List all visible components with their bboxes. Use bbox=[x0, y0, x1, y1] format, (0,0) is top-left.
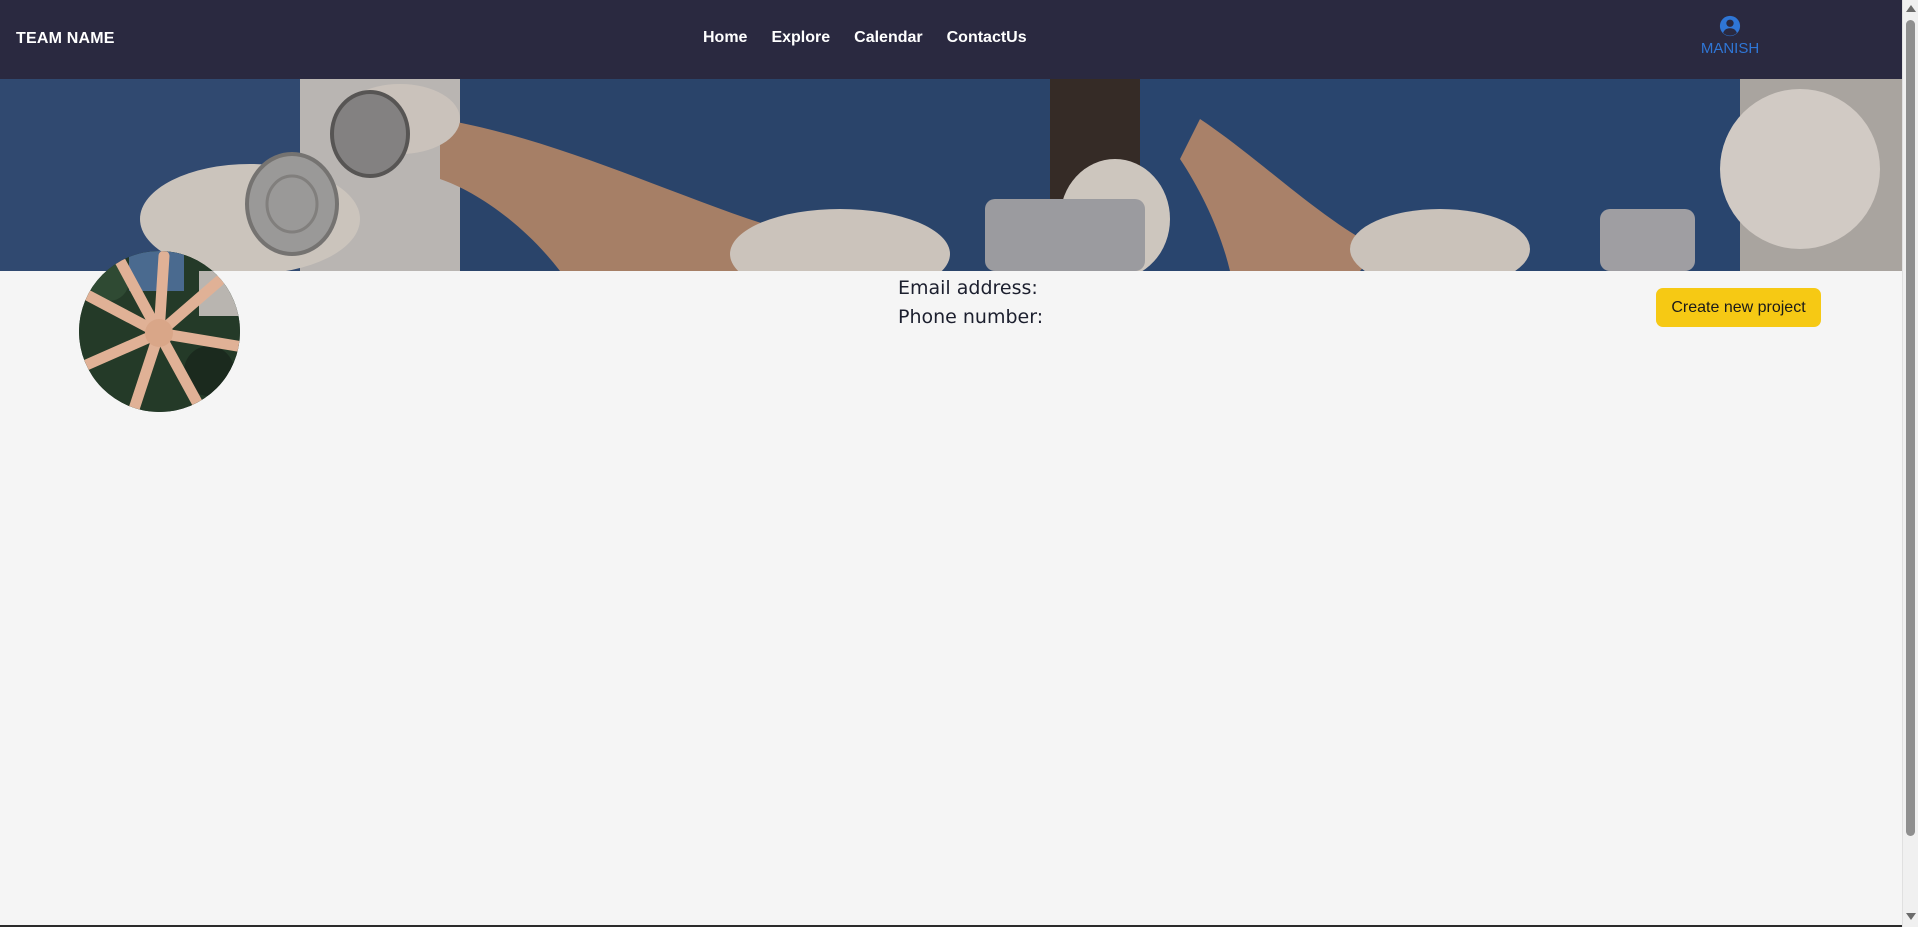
user-name: MANISH bbox=[1700, 40, 1760, 57]
scroll-thumb[interactable] bbox=[1906, 20, 1915, 836]
vertical-scrollbar[interactable] bbox=[1902, 0, 1918, 927]
banner-image bbox=[0, 79, 1902, 271]
phone-label: Phone number: bbox=[898, 306, 1044, 328]
page: TEAM NAME Home Explore Calendar ContactU… bbox=[0, 0, 1918, 927]
nav-link-contactus[interactable]: ContactUs bbox=[947, 29, 1027, 47]
user-menu[interactable]: MANISH bbox=[1700, 15, 1760, 57]
nav-links: Home Explore Calendar ContactUs bbox=[703, 29, 1027, 47]
user-circle-icon bbox=[1719, 15, 1741, 37]
nav-link-calendar[interactable]: Calendar bbox=[854, 29, 922, 47]
brand-name[interactable]: TEAM NAME bbox=[16, 30, 115, 48]
create-new-project-button[interactable]: Create new project bbox=[1656, 288, 1821, 327]
scroll-down-arrow-icon[interactable] bbox=[1906, 913, 1916, 920]
scroll-up-arrow-icon[interactable] bbox=[1906, 5, 1916, 12]
nav-link-explore[interactable]: Explore bbox=[771, 29, 830, 47]
nav-link-home[interactable]: Home bbox=[703, 29, 747, 47]
contact-info: Email address: Phone number: bbox=[898, 274, 1043, 332]
navbar: TEAM NAME Home Explore Calendar ContactU… bbox=[0, 0, 1902, 79]
email-label: Email address: bbox=[898, 277, 1038, 299]
profile-avatar bbox=[79, 251, 240, 412]
